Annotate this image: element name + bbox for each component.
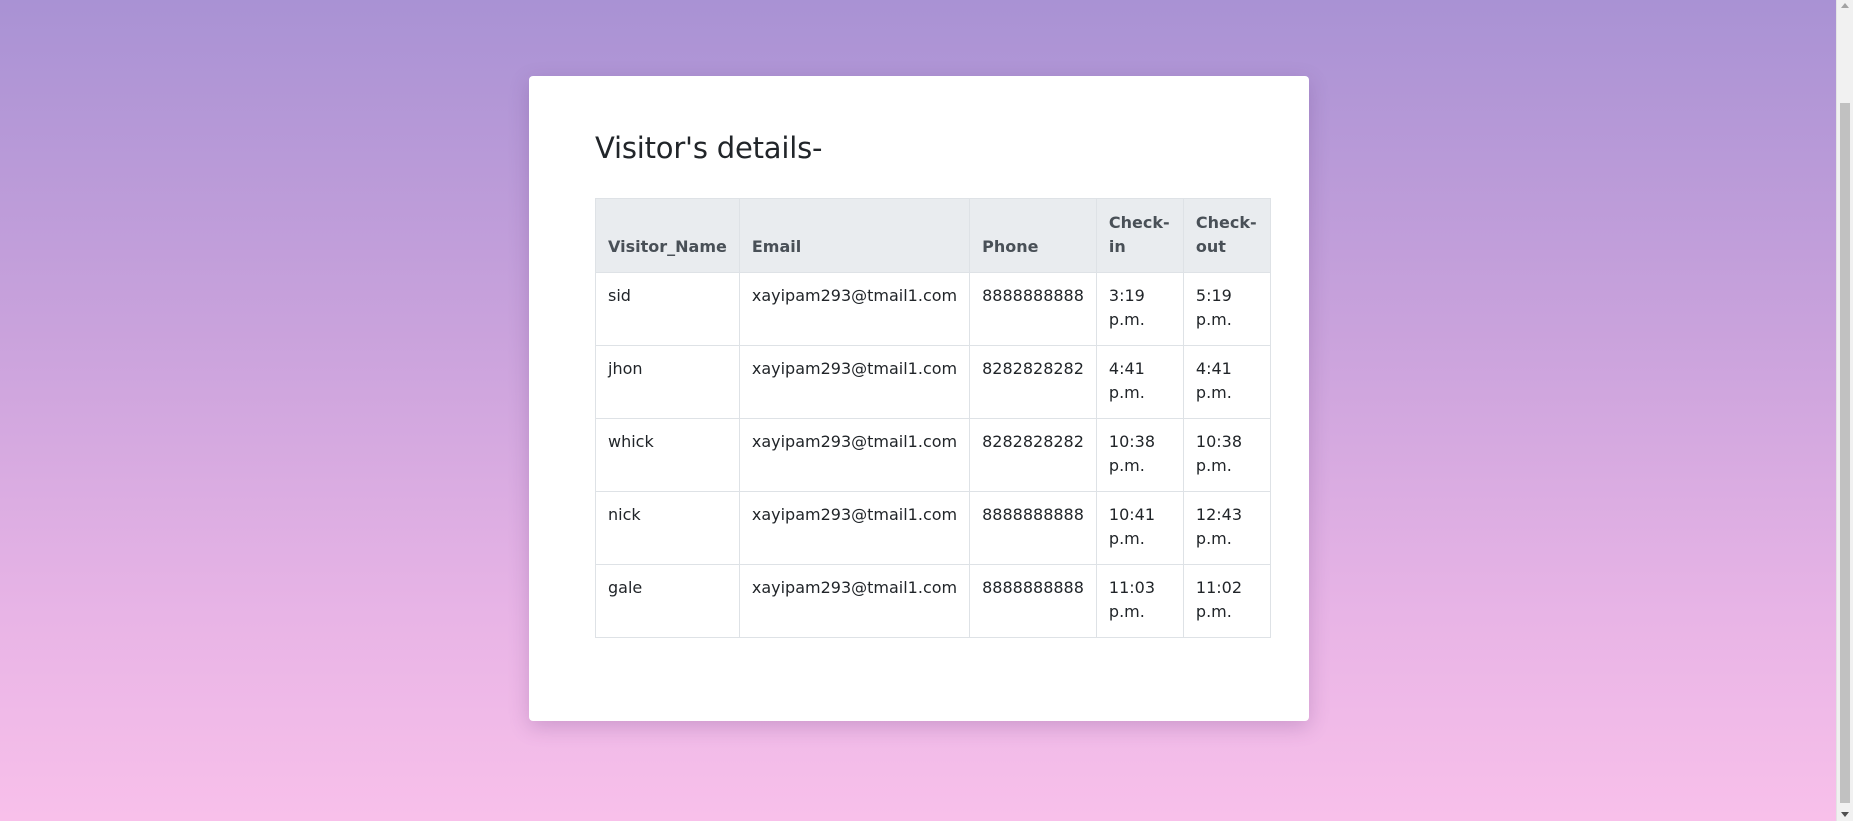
header-check-out: Check-out [1182,198,1271,273]
cell-check-out: 12:43 p.m. [1182,491,1271,565]
cell-phone: 8888888888 [969,491,1097,565]
cell-email: xayipam293@tmail1.com [738,272,971,346]
header-check-in: Check-in [1095,198,1184,273]
cell-visitor-name: whick [595,418,740,492]
cell-check-in: 10:41 p.m. [1095,491,1184,565]
page-background: { "page": { "title": "Visitor's details-… [0,0,1853,821]
scroll-up-arrow-icon[interactable] [1841,3,1849,8]
header-email: Email [738,198,971,273]
cell-visitor-name: sid [595,272,740,346]
table-row: sid xayipam293@tmail1.com 8888888888 3:1… [595,272,1271,346]
table-row: gale xayipam293@tmail1.com 8888888888 11… [595,564,1271,638]
table-body: sid xayipam293@tmail1.com 8888888888 3:1… [595,272,1271,638]
cell-visitor-name: nick [595,491,740,565]
cell-phone: 8888888888 [969,564,1097,638]
cell-check-out: 5:19 p.m. [1182,272,1271,346]
cell-visitor-name: jhon [595,345,740,419]
cell-check-in: 10:38 p.m. [1095,418,1184,492]
cell-check-in: 4:41 p.m. [1095,345,1184,419]
scrollbar-thumb[interactable] [1840,103,1850,803]
table-header-row: Visitor_Name Email Phone Check-in Check-… [595,198,1271,273]
visitor-details-card: Visitor's details- Visitor_Name Email Ph… [529,76,1309,721]
cell-check-out: 10:38 p.m. [1182,418,1271,492]
cell-email: xayipam293@tmail1.com [738,564,971,638]
cell-email: xayipam293@tmail1.com [738,491,971,565]
cell-check-in: 11:03 p.m. [1095,564,1184,638]
table-row: whick xayipam293@tmail1.com 8282828282 1… [595,418,1271,492]
cell-email: xayipam293@tmail1.com [738,345,971,419]
cell-email: xayipam293@tmail1.com [738,418,971,492]
table-header: Visitor_Name Email Phone Check-in Check-… [595,198,1271,273]
cell-visitor-name: gale [595,564,740,638]
table-row: nick xayipam293@tmail1.com 8888888888 10… [595,491,1271,565]
page-title: Visitor's details- [595,131,823,165]
cell-check-out: 4:41 p.m. [1182,345,1271,419]
cell-phone: 8282828282 [969,345,1097,419]
header-visitor-name: Visitor_Name [595,198,740,273]
cell-check-in: 3:19 p.m. [1095,272,1184,346]
vertical-scrollbar[interactable] [1836,0,1853,821]
header-phone: Phone [969,198,1097,273]
cell-phone: 8888888888 [969,272,1097,346]
visitor-table: Visitor_Name Email Phone Check-in Check-… [595,198,1271,638]
cell-check-out: 11:02 p.m. [1182,564,1271,638]
table-row: jhon xayipam293@tmail1.com 8282828282 4:… [595,345,1271,419]
scroll-down-arrow-icon[interactable] [1841,812,1849,817]
cell-phone: 8282828282 [969,418,1097,492]
